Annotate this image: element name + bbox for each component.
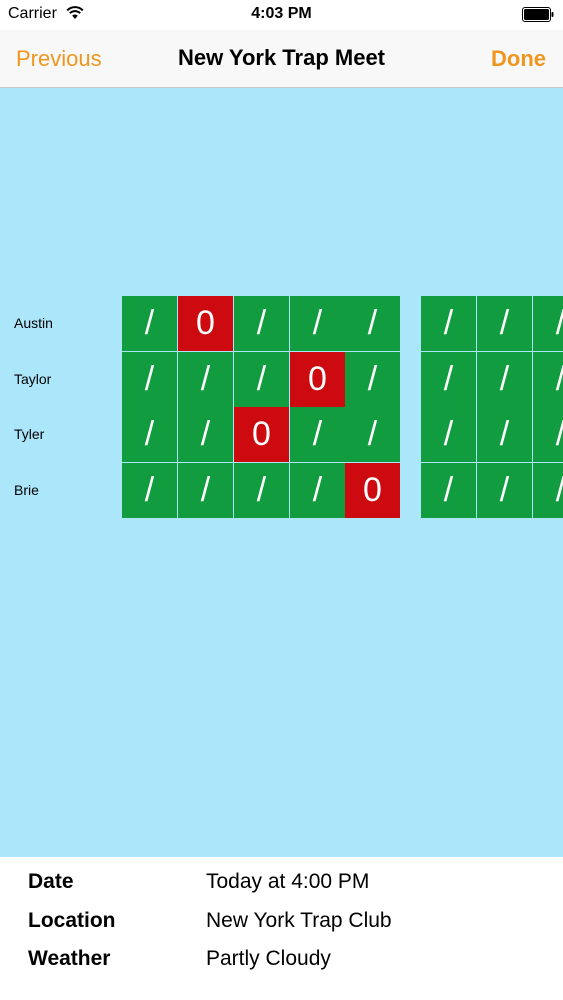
meet-details: Date Today at 4:00 PM Location New York Tra… <box>0 857 563 1000</box>
score-grid-area[interactable]: Austin/0//////Taylor///0////Tyler//0////… <box>0 88 563 857</box>
score-cell[interactable]: / <box>290 463 345 518</box>
score-cell[interactable]: 0 <box>345 463 400 518</box>
page-title: New York Trap Meet <box>177 45 386 70</box>
score-cell[interactable]: / <box>122 407 177 462</box>
status-time: 4:03 PM <box>251 5 312 22</box>
score-cell[interactable]: / <box>477 407 532 462</box>
score-cell[interactable]: / <box>122 352 177 407</box>
player-name: Tyler <box>14 426 45 442</box>
score-cell[interactable]: / <box>178 407 233 462</box>
detail-label: Weather <box>28 947 111 970</box>
score-cell[interactable]: / <box>122 463 177 518</box>
score-cell[interactable]: / <box>178 352 233 407</box>
score-cell[interactable]: / <box>477 463 532 518</box>
score-cell[interactable]: / <box>290 407 345 462</box>
score-cell[interactable]: / <box>421 352 476 407</box>
score-cell[interactable]: / <box>421 296 476 351</box>
player-name: Taylor <box>14 371 52 387</box>
score-cell[interactable]: / <box>533 296 563 351</box>
score-cell[interactable]: / <box>345 407 400 462</box>
score-cell[interactable]: / <box>533 463 563 518</box>
screen: Carrier 4:03 PM Previous New York Trap M… <box>0 0 563 1000</box>
done-button[interactable]: Done <box>491 46 546 72</box>
score-cell[interactable]: / <box>234 352 289 407</box>
navigation-bar: Previous New York Trap Meet Done <box>0 30 563 88</box>
score-cell[interactable]: 0 <box>234 407 289 462</box>
score-cell[interactable]: / <box>234 463 289 518</box>
score-cell[interactable]: / <box>421 463 476 518</box>
score-cell[interactable]: 0 <box>290 352 345 407</box>
detail-label: Date <box>28 870 74 893</box>
detail-value: Today at 4:00 PM <box>206 870 370 893</box>
detail-label: Location <box>28 909 116 932</box>
score-cell[interactable]: / <box>345 296 400 351</box>
score-cell[interactable]: / <box>421 407 476 462</box>
player-name: Brie <box>14 482 39 498</box>
score-cell[interactable]: / <box>477 296 532 351</box>
score-cell[interactable]: / <box>178 463 233 518</box>
status-bar: Carrier 4:03 PM <box>0 0 563 30</box>
detail-value: New York Trap Club <box>206 909 392 932</box>
score-cell[interactable]: / <box>533 352 563 407</box>
score-cell[interactable]: / <box>234 296 289 351</box>
score-cell[interactable]: 0 <box>178 296 233 351</box>
score-cell[interactable]: / <box>345 352 400 407</box>
player-name: Austin <box>14 315 53 331</box>
score-cell[interactable]: / <box>477 352 532 407</box>
score-cell[interactable]: / <box>533 407 563 462</box>
detail-value: Partly Cloudy <box>206 947 331 970</box>
score-cell[interactable]: / <box>122 296 177 351</box>
score-cell[interactable]: / <box>290 296 345 351</box>
battery-icon <box>522 7 554 22</box>
